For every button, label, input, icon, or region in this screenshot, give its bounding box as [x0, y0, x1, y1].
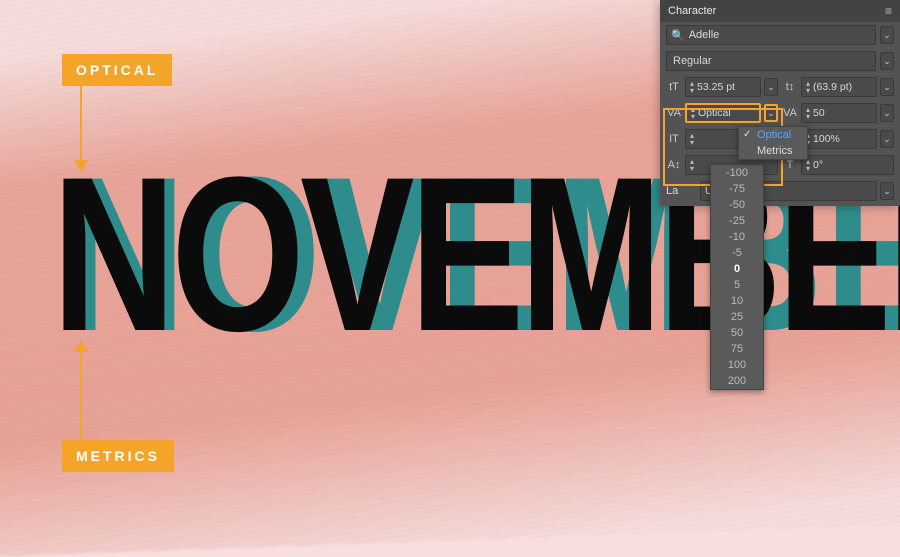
annotation-arrowhead-optical — [74, 160, 88, 172]
hscale-field[interactable]: ▴▾100% — [801, 129, 877, 149]
tracking-value[interactable]: -100 — [711, 165, 763, 181]
panel-title: Character — [668, 5, 716, 17]
kerning-icon: VA — [666, 107, 682, 119]
tracking-value[interactable]: -25 — [711, 213, 763, 229]
vscale-icon: IT — [666, 133, 682, 145]
font-style-value: Regular — [673, 55, 712, 67]
angle-field[interactable]: ▴▾0° — [801, 155, 894, 175]
kerning-dropdown[interactable]: ⌄ — [764, 104, 778, 122]
panel-header: Character ≡ — [660, 0, 900, 22]
annotation-metrics: METRICS — [62, 440, 174, 472]
hscale-dropdown[interactable]: ⌄ — [880, 130, 894, 148]
tracking-dropdown[interactable]: ⌄ — [880, 104, 894, 122]
search-icon: 🔍 — [671, 29, 685, 42]
baseline-icon: A↕ — [666, 159, 682, 171]
tracking-value[interactable]: 25 — [711, 309, 763, 325]
panel-menu-icon[interactable]: ≡ — [885, 4, 892, 18]
kerning-option-optical[interactable]: Optical — [739, 127, 807, 143]
tracking-value[interactable]: -10 — [711, 229, 763, 245]
language-dropdown[interactable]: ⌄ — [880, 182, 894, 200]
tracking-value[interactable]: -50 — [711, 197, 763, 213]
tracking-icon: VA — [782, 107, 798, 119]
tracking-value[interactable]: 0 — [711, 261, 763, 277]
font-size-field[interactable]: ▴▾53.25 pt — [685, 77, 761, 97]
font-size-dropdown[interactable]: ⌄ — [764, 78, 778, 96]
tracking-value[interactable]: -5 — [711, 245, 763, 261]
kerning-options-popover: Optical Metrics — [738, 126, 808, 160]
leading-icon: t↕ — [782, 81, 798, 93]
tracking-value[interactable]: 50 — [711, 325, 763, 341]
tracking-value-list: -100 -75 -50 -25 -10 -5 0 5 10 25 50 75 … — [710, 164, 764, 390]
font-style-select[interactable]: Regular — [666, 51, 876, 71]
font-search-field[interactable]: 🔍 — [666, 25, 876, 45]
tracking-value[interactable]: 100 — [711, 357, 763, 373]
annotation-arrow-metrics — [80, 350, 82, 440]
annotation-arrow-optical — [80, 82, 82, 162]
tracking-value[interactable]: 10 — [711, 293, 763, 309]
font-style-dropdown[interactable]: ⌄ — [880, 52, 894, 70]
language-label: La — [666, 185, 678, 197]
character-panel: Character ≡ 🔍 ⌄ Regular ⌄ tT ▴▾53.25 pt … — [660, 0, 900, 206]
tracking-value[interactable]: 200 — [711, 373, 763, 389]
font-search-dropdown[interactable]: ⌄ — [880, 26, 894, 44]
angle-icon: T — [782, 159, 798, 171]
font-search-input[interactable] — [689, 29, 871, 41]
tracking-value[interactable]: 5 — [711, 277, 763, 293]
kerning-option-metrics[interactable]: Metrics — [739, 143, 807, 159]
tracking-value[interactable]: 75 — [711, 341, 763, 357]
tracking-field[interactable]: ▴▾50 — [801, 103, 877, 123]
annotation-arrowhead-metrics — [74, 340, 88, 352]
annotation-optical: OPTICAL — [62, 54, 172, 86]
font-size-icon: tT — [666, 81, 682, 93]
kerning-field[interactable]: ▴▾Optical — [685, 103, 761, 123]
leading-field[interactable]: ▴▾(63.9 pt) — [801, 77, 877, 97]
leading-dropdown[interactable]: ⌄ — [880, 78, 894, 96]
tracking-value[interactable]: -75 — [711, 181, 763, 197]
